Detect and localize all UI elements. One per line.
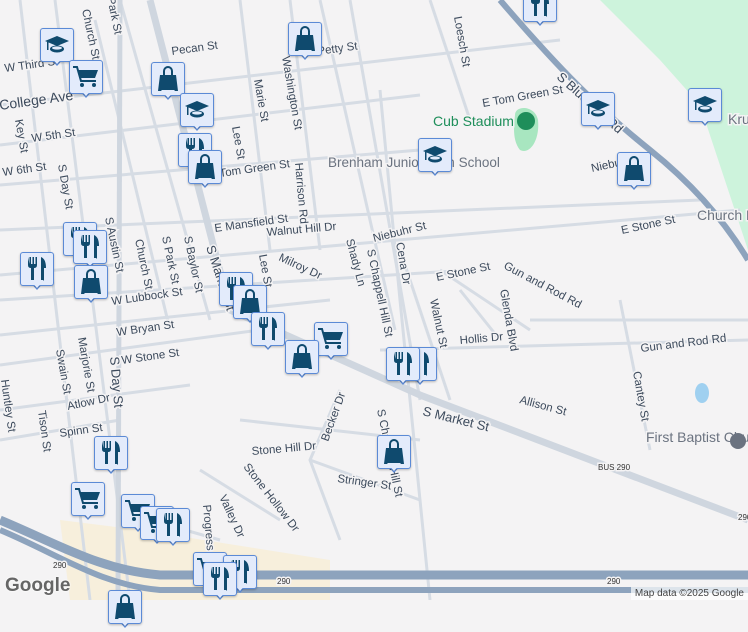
school-marker[interactable]: [180, 93, 214, 135]
fork-knife-icon: [391, 351, 415, 377]
shopping-bag-icon: [294, 26, 316, 52]
graduation-cap-icon: [585, 98, 611, 120]
place-label: Brenham Junior High School: [328, 155, 500, 170]
food-marker[interactable]: [94, 436, 128, 478]
fork-knife-icon: [99, 440, 123, 466]
place-label[interactable]: Kruse School: [727, 110, 748, 129]
marker-pointer-fill: [627, 180, 641, 188]
route-shield: BUS 290: [598, 463, 631, 472]
map-attribution[interactable]: Map data ©2025 Google: [630, 587, 748, 600]
marker-pointer-fill: [81, 510, 95, 518]
marker-pointer-fill: [591, 120, 605, 128]
fork-knife-icon: [25, 256, 49, 282]
route-shield: 290: [607, 577, 621, 586]
shop-marker[interactable]: [188, 150, 222, 192]
marker-pointer-fill: [166, 536, 180, 544]
shop-marker[interactable]: [288, 22, 322, 64]
marker-pointer-fill: [118, 618, 132, 626]
marker-pointer-fill: [213, 590, 227, 598]
shop-marker[interactable]: [74, 265, 108, 307]
shopping-bag-icon: [194, 154, 216, 180]
marker-pointer-fill: [104, 464, 118, 472]
google-logo: Google: [5, 575, 71, 596]
marker-pointer-fill: [324, 350, 338, 358]
food-marker[interactable]: [156, 508, 190, 550]
map-canvas[interactable]: Pecan St W Third St College Ave Key St W…: [0, 0, 748, 600]
grocery-marker[interactable]: [69, 60, 103, 102]
fork-knife-icon: [78, 234, 102, 260]
shopping-cart-icon: [72, 65, 100, 89]
marker-pointer-fill: [387, 463, 401, 471]
graduation-cap-icon: [692, 94, 718, 116]
food-marker[interactable]: [251, 312, 285, 354]
marker-pointer-fill: [198, 178, 212, 186]
shopping-bag-icon: [291, 344, 313, 370]
grocery-marker[interactable]: [314, 322, 348, 364]
stadium-icon[interactable]: [517, 112, 535, 130]
shopping-bag-icon: [114, 594, 136, 620]
graduation-cap-icon: [422, 144, 448, 166]
marker-pointer-fill: [161, 90, 175, 98]
shop-marker[interactable]: [108, 590, 142, 632]
marker-pointer-fill: [190, 121, 204, 129]
place-label[interactable]: Church Brenham: [696, 206, 748, 225]
marker-pointer-fill: [84, 293, 98, 301]
food-marker[interactable]: [20, 252, 54, 294]
place-label[interactable]: Cub Stadium: [432, 112, 516, 131]
shopping-cart-icon: [74, 487, 102, 511]
route-shield: 290: [277, 577, 291, 586]
graduation-cap-icon: [184, 99, 210, 121]
route-shield: 290: [53, 561, 67, 570]
marker-pointer-fill: [396, 375, 410, 383]
fork-knife-icon: [256, 316, 280, 342]
marker-pointer-fill: [298, 50, 312, 58]
food-marker[interactable]: [203, 562, 237, 604]
marker-pointer-fill: [30, 280, 44, 288]
marker-pointer-fill: [50, 56, 64, 64]
food-marker[interactable]: [386, 347, 420, 389]
school-marker[interactable]: [688, 88, 722, 130]
fork-knife-icon: [208, 566, 232, 592]
route-shield: 290: [738, 513, 748, 522]
shop-marker[interactable]: [285, 340, 319, 382]
shopping-cart-icon: [317, 327, 345, 351]
food-marker[interactable]: [523, 0, 557, 30]
marker-pointer-fill: [698, 116, 712, 124]
shop-marker[interactable]: [377, 435, 411, 477]
marker-pointer-fill: [533, 16, 547, 24]
shopping-bag-icon: [623, 156, 645, 182]
marker-pointer-fill: [261, 340, 275, 348]
marker-pointer-fill: [428, 166, 442, 174]
marker-pointer-fill: [295, 368, 309, 376]
school-marker[interactable]: [418, 138, 452, 180]
church-icon[interactable]: [730, 433, 746, 449]
shopping-bag-icon: [157, 66, 179, 92]
grocery-marker[interactable]: [71, 482, 105, 524]
shopping-bag-icon: [80, 269, 102, 295]
school-marker[interactable]: [581, 92, 615, 134]
pond: [695, 383, 709, 403]
graduation-cap-icon: [44, 34, 70, 56]
shopping-bag-icon: [383, 439, 405, 465]
shop-marker[interactable]: [617, 152, 651, 194]
fork-knife-icon: [161, 512, 185, 538]
marker-pointer-fill: [79, 88, 93, 96]
